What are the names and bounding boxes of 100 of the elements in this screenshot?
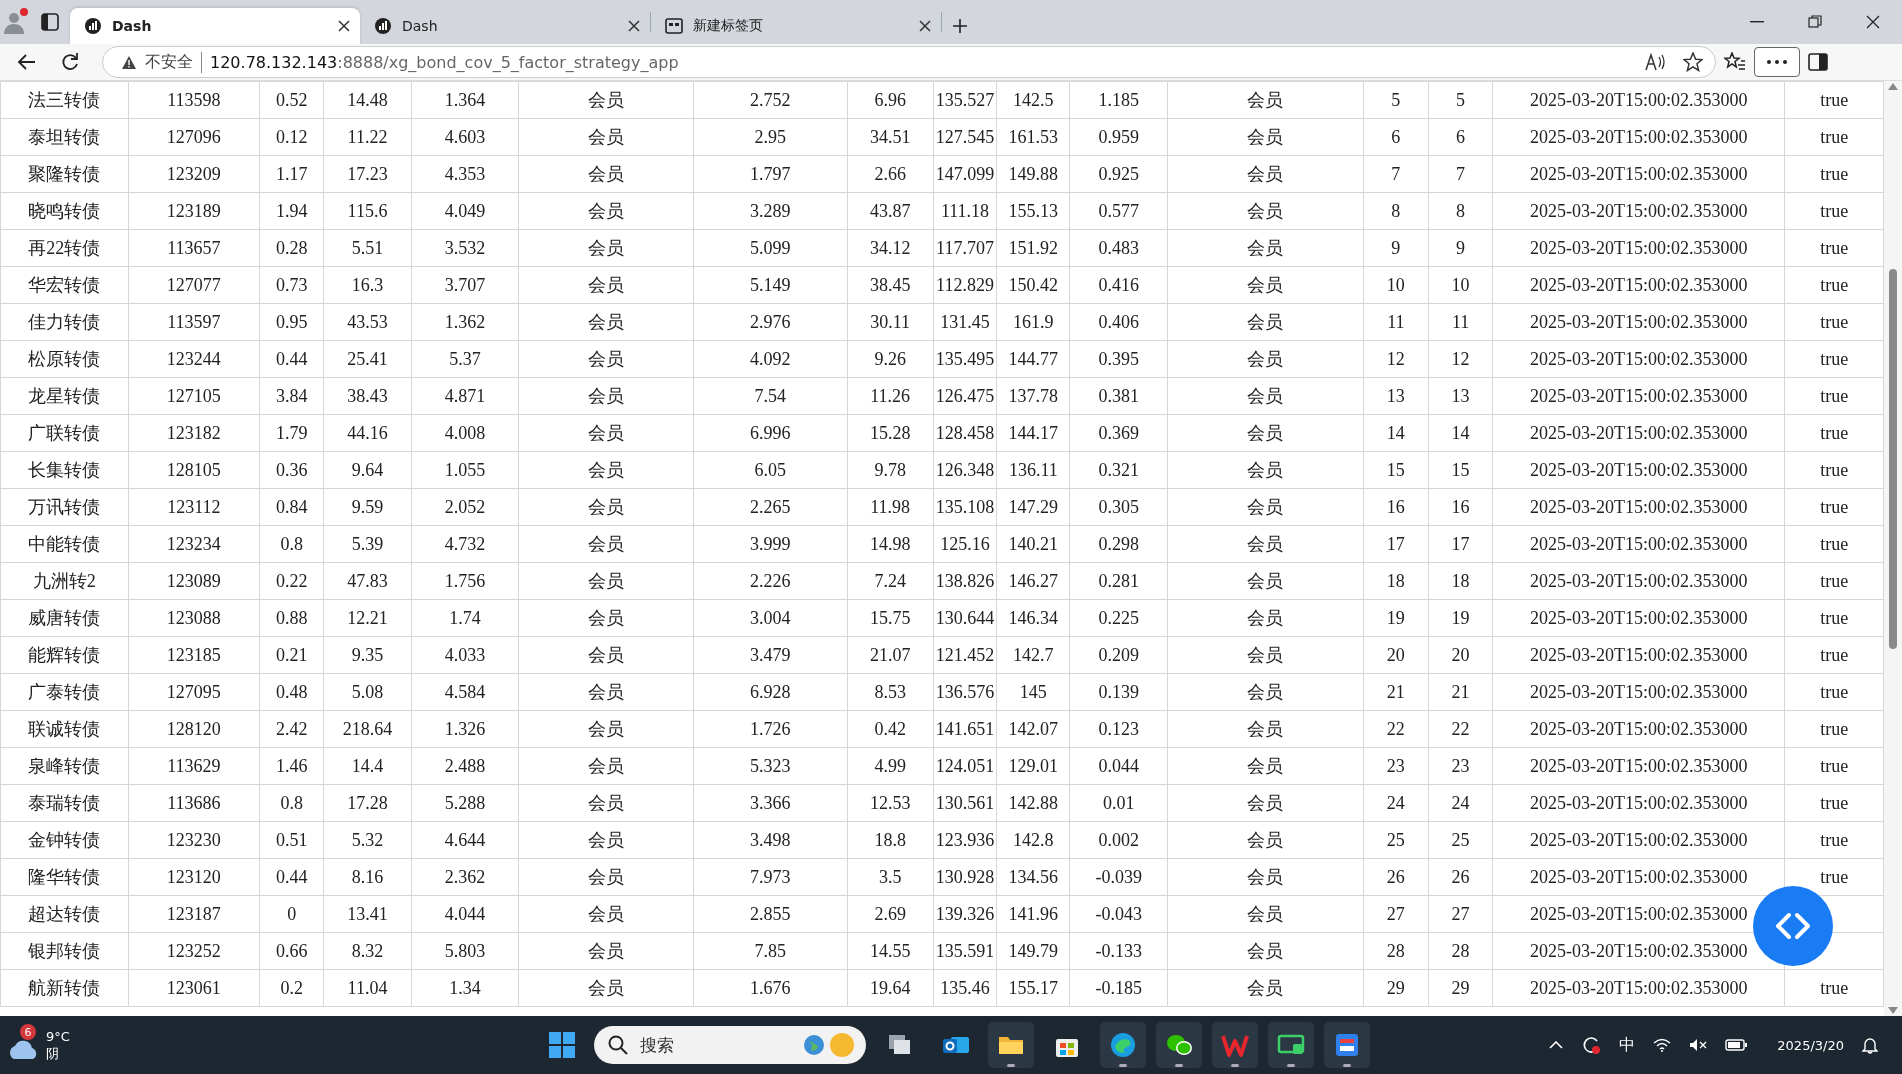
table-cell: 117.707 — [933, 229, 997, 267]
page-icon — [665, 17, 683, 35]
close-icon[interactable] — [338, 20, 350, 32]
browser-tab[interactable]: Dash — [360, 8, 650, 44]
battery-icon[interactable] — [1725, 1039, 1748, 1051]
taskbar-app[interactable] — [1100, 1022, 1146, 1068]
sync-icon[interactable] — [1581, 1035, 1602, 1055]
table-cell: 2025-03-20T15:00:02.353000 — [1492, 488, 1785, 526]
scroll-thumb[interactable] — [1889, 269, 1897, 649]
table-cell: 会员 — [1167, 414, 1364, 452]
table-cell: 218.64 — [323, 710, 412, 748]
profile-avatar[interactable] — [2, 10, 26, 34]
temperature-text: 9°C — [46, 1028, 70, 1045]
table-cell: 123112 — [128, 488, 260, 526]
table-cell: 15.28 — [847, 414, 934, 452]
table-cell: 11.98 — [847, 488, 934, 526]
table-cell: 1.17 — [259, 155, 324, 193]
table-cell: 1.676 — [693, 969, 848, 1007]
table-cell: true — [1784, 377, 1884, 415]
table-cell: 6 — [1363, 118, 1429, 156]
favorites-icon[interactable] — [1724, 52, 1746, 72]
table-cell: 1.326 — [411, 710, 519, 748]
table-cell: 中能转债 — [0, 525, 129, 563]
wifi-icon[interactable] — [1653, 1038, 1672, 1052]
table-cell: 24 — [1363, 784, 1429, 822]
star-icon[interactable] — [1683, 52, 1703, 72]
table-cell: 能辉转债 — [0, 636, 129, 674]
table-cell: 2025-03-20T15:00:02.353000 — [1492, 340, 1785, 378]
table-cell: 2025-03-20T15:00:02.353000 — [1492, 710, 1785, 748]
address-bar[interactable]: 不安全 120.78.132.143:8888/xg_bond_cov_5_factor_strategy_app — [102, 46, 1716, 78]
table-cell: 9 — [1363, 229, 1429, 267]
tab-actions-icon[interactable] — [40, 12, 60, 32]
speaker-muted-icon[interactable] — [1689, 1038, 1708, 1052]
table-cell: 14 — [1428, 414, 1493, 452]
table-cell: 138.826 — [933, 562, 997, 600]
sidebar-icon[interactable] — [1808, 53, 1828, 71]
table-cell: 2.226 — [693, 562, 848, 600]
table-cell: 0.48 — [259, 673, 324, 711]
table-cell: 2025-03-20T15:00:02.353000 — [1492, 229, 1785, 267]
browser-tab[interactable]: 新建标签页 — [651, 8, 941, 44]
table-cell: 135.495 — [933, 340, 997, 378]
table-cell: 123189 — [128, 192, 260, 230]
table-cell: 123.936 — [933, 821, 997, 859]
table-cell: 1.726 — [693, 710, 848, 748]
table-cell: 晓鸣转债 — [0, 192, 129, 230]
scrollbar[interactable] — [1884, 81, 1902, 1016]
input-method-indicator[interactable]: 中 — [1619, 1034, 1636, 1056]
table-cell: 6.928 — [693, 673, 848, 711]
table-cell: 0.577 — [1069, 192, 1168, 230]
table-cell: 13.41 — [323, 895, 412, 933]
close-icon[interactable] — [628, 20, 640, 32]
table-cell: true — [1784, 784, 1884, 822]
table-cell: 126.475 — [933, 377, 997, 415]
table-cell: 2.976 — [693, 303, 848, 341]
search-field[interactable]: 搜索 — [638, 1034, 792, 1056]
table-cell: 127096 — [128, 118, 260, 156]
table-cell: 九洲转2 — [0, 562, 129, 600]
table-cell: 会员 — [518, 821, 694, 859]
browser-tab[interactable]: Dash — [70, 8, 360, 44]
table-cell: 2.052 — [411, 488, 519, 526]
table-cell: 长集转债 — [0, 451, 129, 489]
taskbar-app[interactable] — [988, 1022, 1034, 1068]
table-cell: 0.044 — [1069, 747, 1168, 785]
more-button[interactable] — [1754, 47, 1800, 77]
table-cell: 5.37 — [411, 340, 519, 378]
table-cell: 136.576 — [933, 673, 997, 711]
taskbar-app[interactable] — [1156, 1022, 1202, 1068]
table-cell: 7 — [1428, 155, 1493, 193]
table-cell: 139.326 — [933, 895, 997, 933]
table-cell: true — [1784, 673, 1884, 711]
taskbar-search[interactable]: 搜索 — [594, 1026, 866, 1064]
table-cell: 0.88 — [259, 599, 324, 637]
table-cell: 会员 — [518, 710, 694, 748]
table-cell: 27 — [1428, 895, 1493, 933]
table-cell: 9.78 — [847, 451, 934, 489]
table-cell: 0.305 — [1069, 488, 1168, 526]
table-cell: 超达转债 — [0, 895, 129, 933]
taskbar-app[interactable] — [1268, 1022, 1314, 1068]
date-text[interactable]: 2025/3/20 — [1777, 1037, 1844, 1053]
table-cell: 会员 — [518, 488, 694, 526]
table-cell: 3.84 — [259, 377, 324, 415]
taskbar-app[interactable] — [1324, 1022, 1370, 1068]
chevron-up-icon[interactable] — [1549, 1041, 1564, 1049]
table-cell: 5.149 — [693, 266, 848, 304]
table-cell: 140.21 — [996, 525, 1070, 563]
table-cell: 会员 — [518, 303, 694, 341]
table-cell: 115.6 — [323, 192, 412, 230]
running-indicator — [1287, 1064, 1295, 1067]
bell-icon[interactable] — [1862, 1036, 1878, 1054]
table-cell: 22 — [1428, 710, 1493, 748]
table-cell: 20 — [1428, 636, 1493, 674]
table-cell: 2.855 — [693, 895, 848, 933]
table-cell: 43.87 — [847, 192, 934, 230]
table-cell: 8.16 — [323, 858, 412, 896]
close-icon[interactable] — [919, 20, 931, 32]
read-aloud-icon[interactable] — [1645, 53, 1665, 71]
table-cell: 会员 — [518, 747, 694, 785]
table-cell: 0.22 — [259, 562, 324, 600]
table-cell: 123209 — [128, 155, 260, 193]
table-cell: 8 — [1363, 192, 1429, 230]
